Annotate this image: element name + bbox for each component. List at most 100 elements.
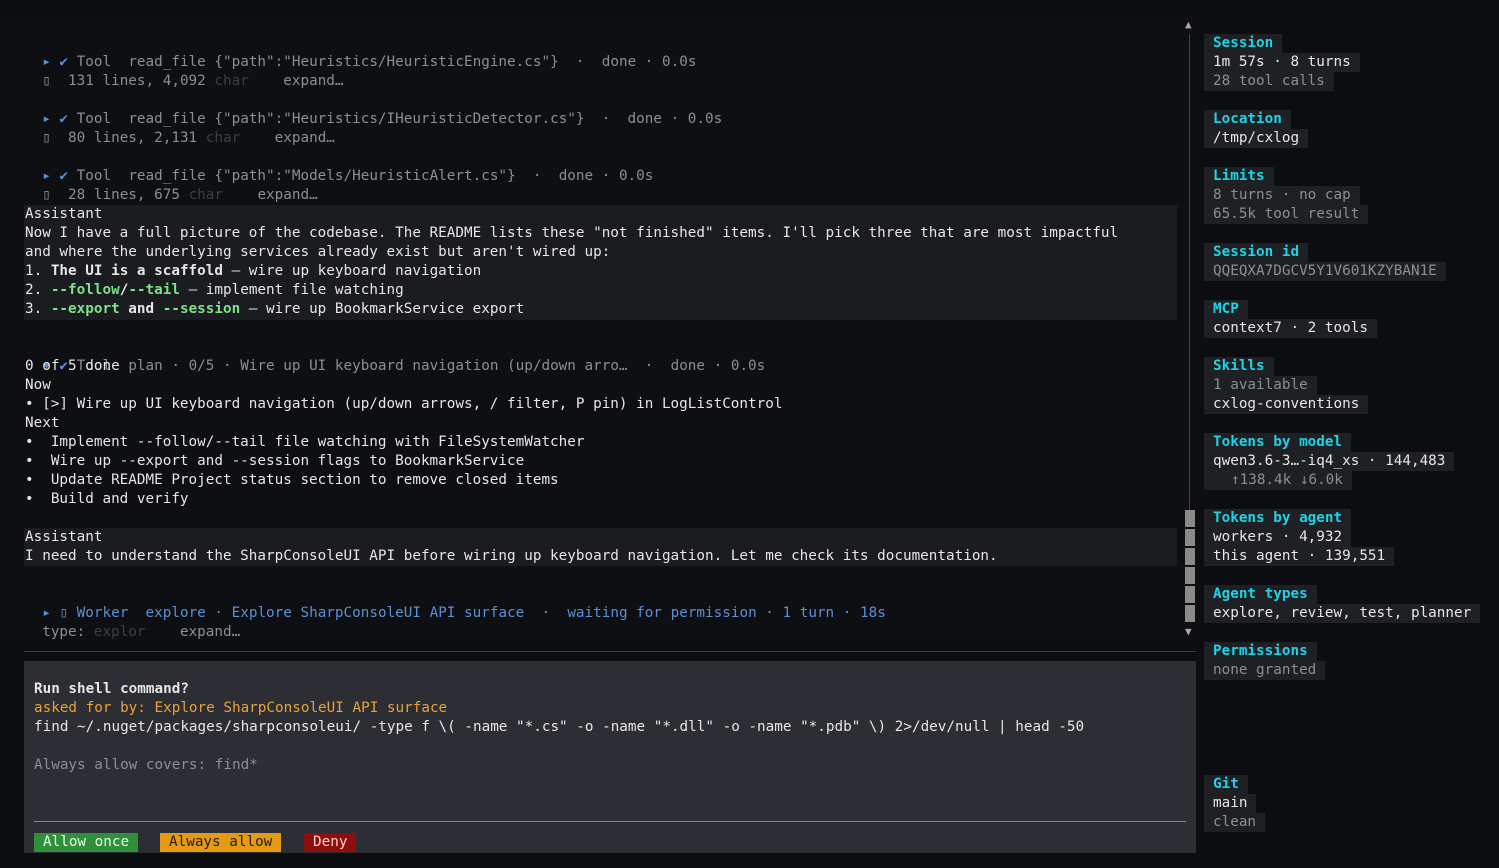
session-duration: 1m 57s · 8 turns	[1204, 53, 1360, 72]
skills-item: cxlog-conventions	[1204, 395, 1369, 414]
agent-types-heading: Agent types	[1204, 585, 1317, 604]
type-label: type:	[42, 624, 86, 640]
scroll-thumb[interactable]	[1185, 510, 1195, 624]
pane-divider	[24, 651, 1196, 652]
plan-next-item: • Build and verify	[25, 491, 189, 507]
git-branch: main	[1204, 794, 1257, 813]
tool-row-plan[interactable]: ▾ ✔ Tool plan · 0/5 · Wire up UI keyboar…	[25, 338, 765, 374]
code-text: --follow	[50, 282, 120, 298]
skills-heading: Skills	[1204, 357, 1274, 376]
agent-types-value: explore, review, test, planner	[1204, 604, 1481, 623]
plan-progress: 0 of 5 done	[25, 358, 120, 374]
bold-text: The UI is a scaffold	[50, 263, 223, 279]
tool-status: · done · 0.0s	[532, 168, 654, 184]
deny-button[interactable]: Deny	[304, 833, 357, 852]
info-sidebar: Session 1m 57s · 8 turns 28 tool calls L…	[1204, 0, 1499, 868]
list-number: 3.	[25, 301, 43, 317]
location-value: /tmp/cxlog	[1204, 129, 1309, 148]
tool-status: · done · 0.0s	[601, 111, 723, 127]
tokens-this-agent: this agent · 139,551	[1204, 547, 1395, 566]
worker-desc: · Explore SharpConsoleUI API surface	[214, 605, 525, 621]
skills-count: 1 available	[1204, 376, 1317, 395]
code-text: --export	[50, 301, 120, 317]
expand-link[interactable]: expand…	[257, 187, 317, 203]
plan-now-item: • [>] Wire up UI keyboard navigation (up…	[25, 396, 783, 412]
permission-command: find ~/.nuget/packages/sharpconsoleui/ -…	[34, 719, 1085, 735]
assistant-text-line: I need to understand the SharpConsoleUI …	[25, 548, 998, 564]
scroll-down-arrow-icon[interactable]: ▼	[1185, 625, 1192, 638]
assistant-label: Assistant	[25, 206, 103, 222]
tokens-model-heading: Tokens by model	[1204, 433, 1352, 452]
plan-next-item: • Implement --follow/--tail file watchin…	[25, 434, 585, 450]
result-summary: 80 lines, 2,131	[68, 130, 198, 146]
git-status: clean	[1204, 813, 1266, 832]
session-heading: Session	[1204, 34, 1283, 53]
code-text: --tail	[128, 282, 180, 298]
tool-status: · done · 0.0s	[575, 54, 697, 70]
list-text: — implement file watching	[179, 282, 404, 298]
worker-detail: type: explor expand…	[25, 604, 240, 640]
result-summary: 131 lines, 4,092	[68, 73, 206, 89]
limits-heading: Limits	[1204, 167, 1274, 186]
permission-title: Run shell command?	[34, 681, 189, 697]
assistant-text-line: Now I have a full picture of the codebas…	[25, 225, 1119, 241]
bold-text: and	[119, 301, 163, 317]
mcp-heading: MCP	[1204, 300, 1248, 319]
session-tool-calls: 28 tool calls	[1204, 72, 1334, 91]
plan-next-label: Next	[25, 415, 60, 431]
permission-covers: Always allow covers: find*	[34, 757, 258, 773]
tokens-model-breakdown: ↑138.4k ↓6.0k	[1204, 471, 1352, 490]
permissions-heading: Permissions	[1204, 642, 1317, 661]
expand-link[interactable]: expand…	[180, 624, 240, 640]
file-icon: ▯	[42, 73, 51, 89]
list-text: — wire up keyboard navigation	[222, 263, 482, 279]
location-heading: Location	[1204, 110, 1291, 129]
plan-header: plan · 0/5 · Wire up UI keyboard navigat…	[128, 358, 766, 374]
expand-link[interactable]: expand…	[275, 130, 335, 146]
worker-status: · waiting for permission · 1 turn · 18s	[541, 605, 886, 621]
tool-row-heuristic-engine[interactable]: ▸ ✔ Tool read_file {"path":"Heuristics/H…	[25, 34, 696, 70]
plan-now-label: Now	[25, 377, 51, 393]
assistant-list-item: 1. The UI is a scaffold — wire up keyboa…	[25, 262, 481, 281]
permission-divider	[34, 821, 1186, 822]
list-number: 2.	[25, 282, 43, 298]
assistant-list-item: 3. --export and --session — wire up Book…	[25, 300, 524, 319]
list-text: — wire up BookmarkService export	[240, 301, 525, 317]
file-icon: ▯	[42, 187, 51, 203]
worker-row-explore[interactable]: ▸ ▯ Worker explore · Explore SharpConsol…	[25, 585, 886, 621]
permissions-value: none granted	[1204, 661, 1326, 680]
assistant-label: Assistant	[25, 529, 103, 545]
assistant-list-item: 2. --follow/--tail — implement file watc…	[25, 281, 404, 300]
faded-text: char	[214, 73, 249, 89]
tool-row-heuristic-detector[interactable]: ▸ ✔ Tool read_file {"path":"Heuristics/I…	[25, 91, 722, 127]
permission-requester: asked for by: Explore SharpConsoleUI API…	[34, 700, 448, 716]
limits-tool-result: 65.5k tool result	[1204, 205, 1369, 224]
permission-prompt: Run shell command? asked for by: Explore…	[24, 661, 1196, 853]
faded-text: explor	[93, 624, 146, 640]
tool-row-heuristic-alert[interactable]: ▸ ✔ Tool read_file {"path":"Models/Heuri…	[25, 148, 653, 184]
session-id-heading: Session id	[1204, 243, 1309, 262]
tool-result-heuristic-alert: ▯ 28 lines, 675 char expand…	[25, 167, 317, 203]
faded-text: char	[188, 187, 223, 203]
plan-next-item: • Wire up --export and --session flags t…	[25, 453, 525, 469]
tool-result-heuristic-detector: ▯ 80 lines, 2,131 char expand…	[25, 110, 335, 146]
file-icon: ▯	[42, 130, 51, 146]
allow-once-button[interactable]: Allow once	[34, 833, 139, 852]
session-id-value: QQEQXA7DGCV5Y1V601KZYBAN1E	[1204, 262, 1446, 281]
git-heading: Git	[1204, 775, 1248, 794]
list-number: 1.	[25, 263, 43, 279]
expand-link[interactable]: expand…	[283, 73, 343, 89]
always-allow-button[interactable]: Always allow	[160, 833, 282, 852]
tokens-workers: workers · 4,932	[1204, 528, 1352, 547]
transcript-scrollbar[interactable]: ▲ ▼	[1184, 18, 1196, 640]
result-summary: 28 lines, 675	[68, 187, 180, 203]
scroll-up-arrow-icon[interactable]: ▲	[1185, 18, 1192, 31]
code-text: --session	[162, 301, 241, 317]
mcp-value: context7 · 2 tools	[1204, 319, 1377, 338]
plan-next-item: • Update README Project status section t…	[25, 472, 559, 488]
assistant-text-line: and where the underlying services alread…	[25, 244, 611, 260]
tokens-agent-heading: Tokens by agent	[1204, 509, 1352, 528]
tokens-io: ↑138.4k ↓6.0k	[1231, 472, 1343, 488]
limits-turns: 8 turns · no cap	[1204, 186, 1360, 205]
tokens-model-value: qwen3.6-3…-iq4_xs · 144,483	[1204, 452, 1455, 471]
